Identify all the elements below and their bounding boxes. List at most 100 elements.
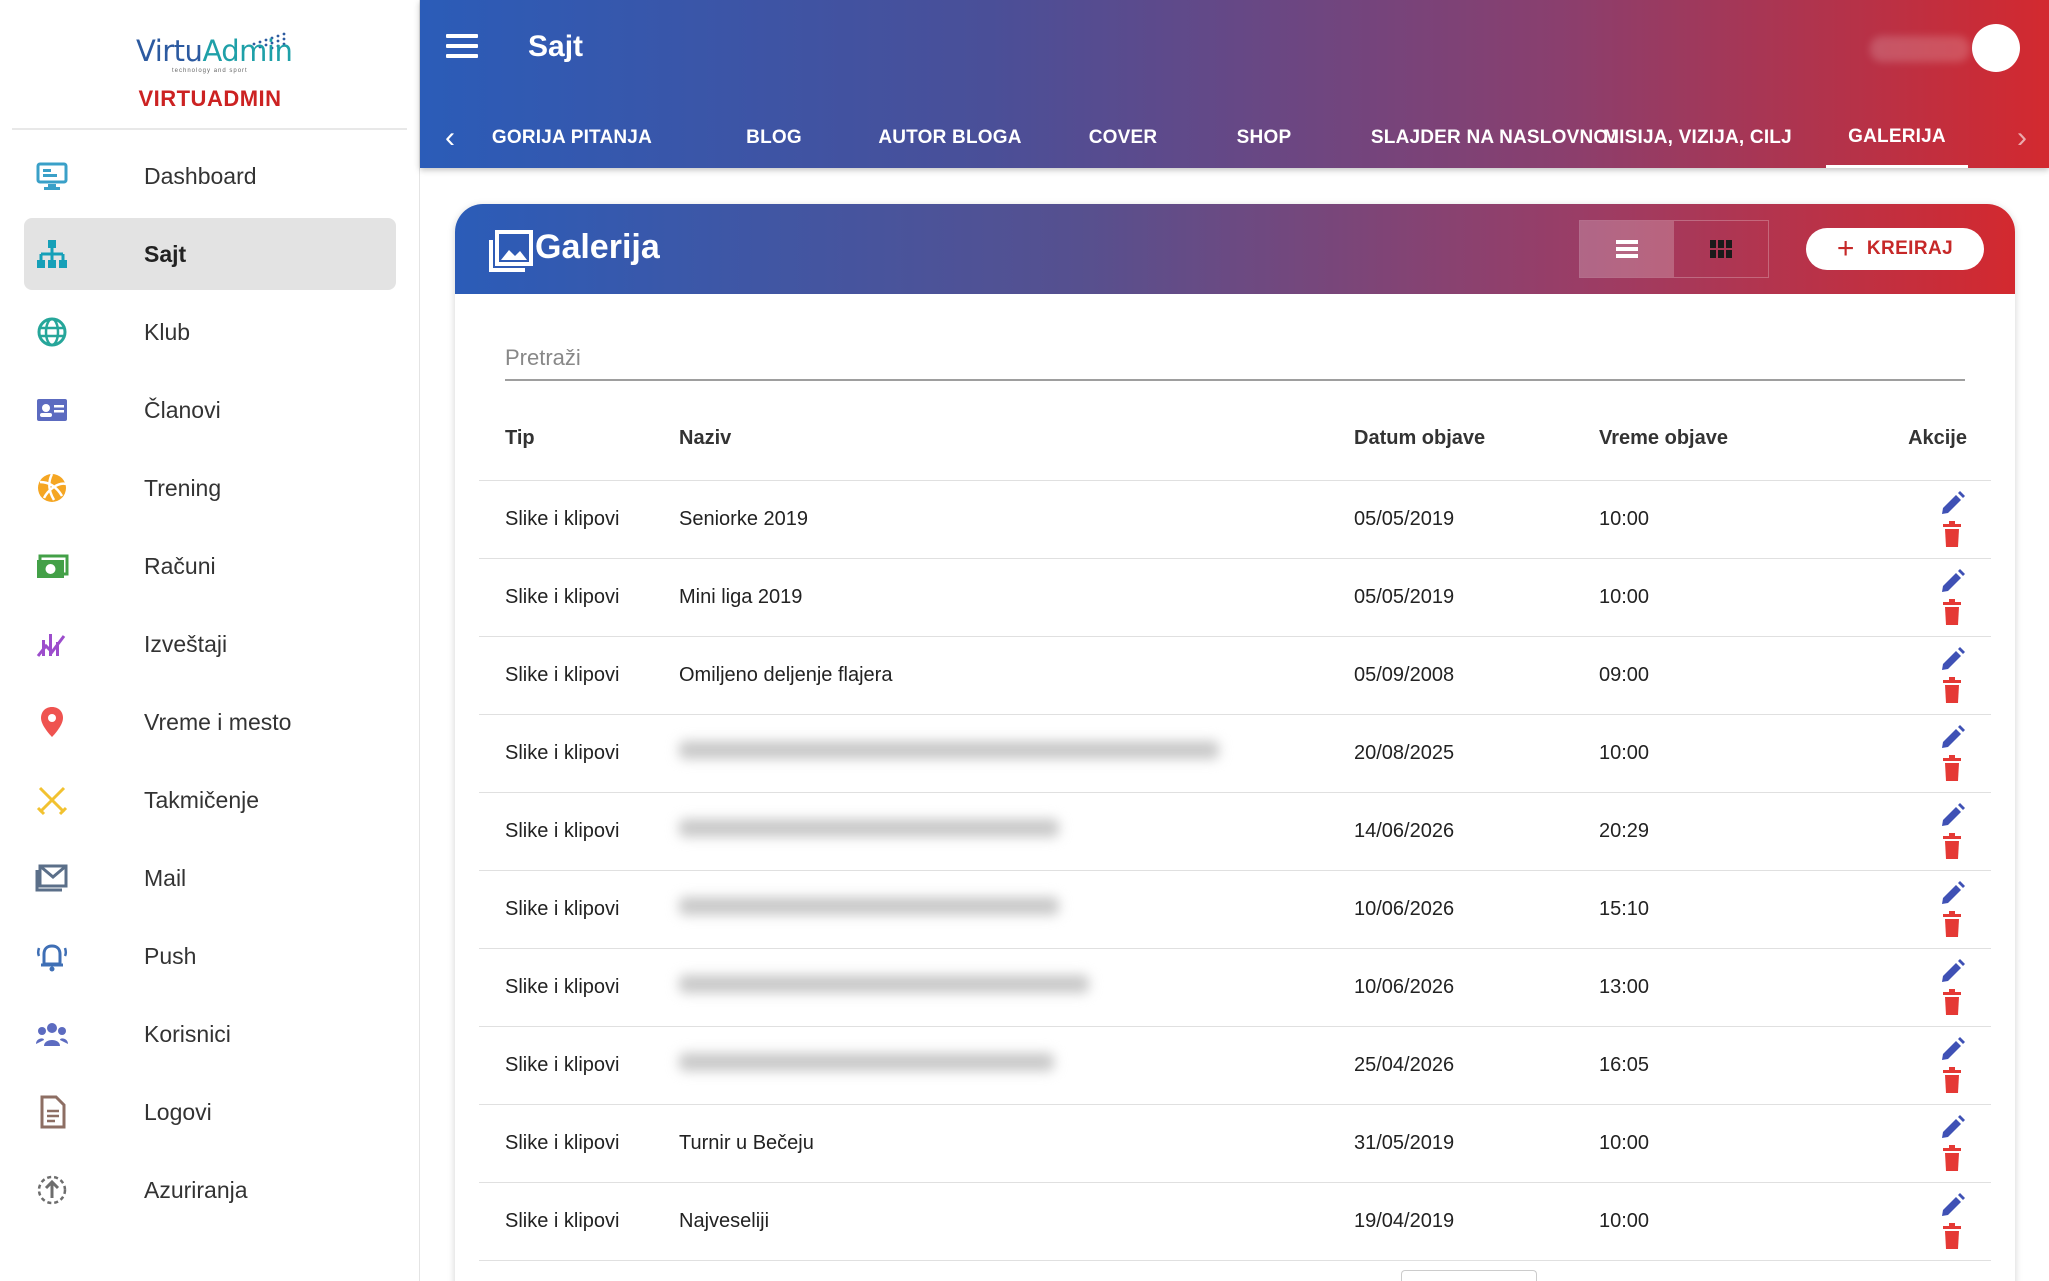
table-row[interactable]: Slike i klipovi Mini liga 2019 05/05/201… <box>479 558 1991 637</box>
vreme-cell: 09:00 <box>1599 636 1879 715</box>
header-tip[interactable]: Tip <box>479 398 679 481</box>
sidebar-item-dashboard[interactable]: Dashboard <box>24 140 396 212</box>
sidebar-item-label: Vreme i mesto <box>144 708 292 735</box>
delete-icon[interactable] <box>1937 1143 1967 1173</box>
delete-icon[interactable] <box>1937 1065 1967 1095</box>
plus-icon: + <box>1836 232 1855 265</box>
datum-cell: 20/08/2025 <box>1354 714 1599 793</box>
bell-icon <box>34 938 70 974</box>
table-row[interactable]: Slike i klipovi 25/04/2026 16:05 <box>479 1026 1991 1105</box>
view-toggle <box>1579 220 1769 278</box>
edit-icon[interactable] <box>1937 723 1967 753</box>
tab-cover[interactable]: COVER <box>1052 108 1194 168</box>
delete-icon[interactable] <box>1937 675 1967 705</box>
actions-cell <box>1879 480 1991 559</box>
datum-cell: 31/05/2019 <box>1354 1104 1599 1183</box>
edit-icon[interactable] <box>1937 879 1967 909</box>
datum-cell: 05/05/2019 <box>1354 480 1599 559</box>
sidebar-item-label: Računi <box>144 552 216 579</box>
table-row[interactable]: Slike i klipovi Omiljeno deljenje flajer… <box>479 636 1991 715</box>
sidebar-item-mail[interactable]: Mail <box>24 842 396 914</box>
list-view-button[interactable] <box>1580 221 1674 277</box>
delete-icon[interactable] <box>1937 597 1967 627</box>
sidebar-item-logovi[interactable]: Logovi <box>24 1076 396 1148</box>
tip-cell: Slike i klipovi <box>479 948 679 1027</box>
grid-view-button[interactable] <box>1674 221 1768 277</box>
sidebar-item-azuriranja[interactable]: Azuriranja <box>24 1154 396 1226</box>
delete-icon[interactable] <box>1937 1221 1967 1251</box>
edit-icon[interactable] <box>1937 1113 1967 1143</box>
edit-icon[interactable] <box>1937 1035 1967 1065</box>
tab-autor-bloga[interactable]: AUTOR BLOGA <box>844 108 1056 168</box>
location-pin-icon <box>34 704 70 740</box>
table-row[interactable]: Slike i klipovi 10/06/2026 15:10 <box>479 870 1991 949</box>
datum-cell: 14/06/2026 <box>1354 792 1599 871</box>
header-naziv[interactable]: Naziv <box>679 398 1354 481</box>
sidebar-item-clanovi[interactable]: Članovi <box>24 374 396 446</box>
create-button[interactable]: + KREIRAJ <box>1806 228 1984 270</box>
datum-cell: 05/09/2008 <box>1354 636 1599 715</box>
delete-icon[interactable] <box>1937 831 1967 861</box>
vreme-cell: 13:00 <box>1599 948 1879 1027</box>
vreme-cell: 10:00 <box>1599 1104 1879 1183</box>
list-view-icon <box>1616 240 1638 258</box>
sidebar-item-label: Članovi <box>144 396 221 423</box>
edit-icon[interactable] <box>1937 957 1967 987</box>
tip-cell: Slike i klipovi <box>479 870 679 949</box>
tab-misija-vizija-cilj[interactable]: MISIJA, VIZIJA, CILJ <box>1580 108 1815 168</box>
table-row[interactable]: Slike i klipovi 10/06/2026 13:00 <box>479 948 1991 1027</box>
vreme-cell: 20:29 <box>1599 792 1879 871</box>
sidebar-item-vreme-i-mesto[interactable]: Vreme i mesto <box>24 686 396 758</box>
table-row[interactable]: Slike i klipovi 14/06/2026 20:29 <box>479 792 1991 871</box>
edit-icon[interactable] <box>1937 567 1967 597</box>
edit-icon[interactable] <box>1937 1191 1967 1221</box>
header-datum[interactable]: Datum objave <box>1354 398 1599 481</box>
tip-cell: Slike i klipovi <box>479 1182 679 1261</box>
sidebar-item-racuni[interactable]: Računi <box>24 530 396 602</box>
swords-icon <box>34 782 70 818</box>
naziv-cell: Seniorke 2019 <box>679 480 1354 559</box>
edit-icon[interactable] <box>1937 645 1967 675</box>
tab-shop[interactable]: SHOP <box>1198 108 1330 168</box>
tab-gorija-pitanja[interactable]: GORIJA PITANJA <box>468 108 668 168</box>
table-row[interactable]: Slike i klipovi 20/08/2025 10:00 <box>479 714 1991 793</box>
sidebar-item-korisnici[interactable]: Korisnici <box>24 998 396 1070</box>
sidebar-item-trening[interactable]: Trening <box>24 452 396 524</box>
volleyball-icon <box>34 470 70 506</box>
sidebar-item-push[interactable]: Push <box>24 920 396 992</box>
user-name-blurred <box>1870 36 1970 62</box>
tabs-prev-icon[interactable]: ‹ <box>432 118 468 158</box>
table-row[interactable]: Slike i klipovi Turnir u Bečeju 31/05/20… <box>479 1104 1991 1183</box>
sidebar-item-klub[interactable]: Klub <box>24 296 396 368</box>
search-input[interactable] <box>505 339 1965 377</box>
edit-icon[interactable] <box>1937 801 1967 831</box>
naziv-cell-blurred <box>679 870 1354 949</box>
delete-icon[interactable] <box>1937 987 1967 1017</box>
actions-cell <box>1879 792 1991 871</box>
edit-icon[interactable] <box>1937 489 1967 519</box>
tabs-next-icon[interactable]: › <box>2004 118 2040 158</box>
sidebar-item-sajt[interactable]: Sajt <box>24 218 396 290</box>
sidebar-item-takmicenje[interactable]: Takmičenje <box>24 764 396 836</box>
header-vreme[interactable]: Vreme objave <box>1599 398 1879 481</box>
avatar[interactable] <box>1972 24 2020 72</box>
rows-per-page-select[interactable] <box>1401 1270 1537 1281</box>
naziv-cell: Omiljeno deljenje flajera <box>679 636 1354 715</box>
table-row[interactable]: Slike i klipovi Najveseliji 19/04/2019 1… <box>479 1182 1991 1261</box>
sidebar-item-label: Klub <box>144 318 191 345</box>
delete-icon[interactable] <box>1937 519 1967 549</box>
sidebar-item-izvestaji[interactable]: Izveštaji <box>24 608 396 680</box>
tab-blog[interactable]: BLOG <box>716 108 832 168</box>
menu-icon[interactable] <box>446 34 478 66</box>
delete-icon[interactable] <box>1937 753 1967 783</box>
vreme-cell: 10:00 <box>1599 1182 1879 1261</box>
logo-text: VirtuAdmin <box>136 34 293 68</box>
naziv-cell: Turnir u Bečeju <box>679 1104 1354 1183</box>
table-header-row: Tip Naziv Datum objave Vreme objave Akci… <box>479 398 1991 481</box>
tab-galerija[interactable]: GALERIJA <box>1826 108 1968 168</box>
table-row[interactable]: Slike i klipovi Seniorke 2019 05/05/2019… <box>479 480 1991 559</box>
tip-cell: Slike i klipovi <box>479 792 679 871</box>
sidebar-item-label: Logovi <box>144 1098 212 1125</box>
sidebar-nav: Dashboard Sajt Klub Članovi Trening Raču… <box>0 140 420 1232</box>
delete-icon[interactable] <box>1937 909 1967 939</box>
